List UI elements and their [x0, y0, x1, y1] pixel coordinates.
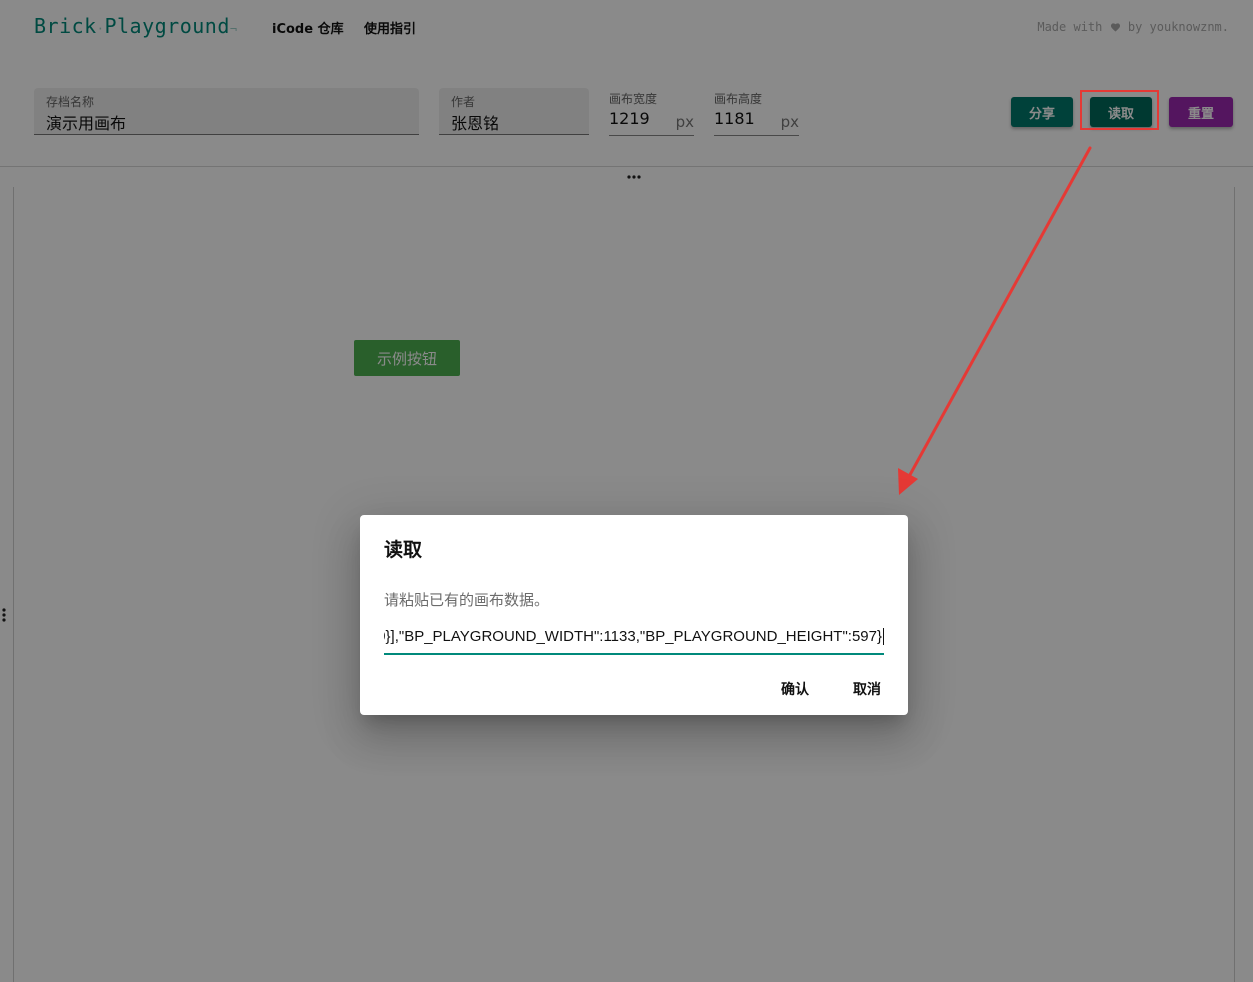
dialog-title: 读取	[384, 539, 423, 561]
cancel-button[interactable]: 取消	[853, 675, 881, 703]
canvas-data-input[interactable]: :0}],"BP_PLAYGROUND_WIDTH":1133,"BP_PLAY…	[384, 623, 884, 655]
canvas-data-input-value[interactable]: :0}],"BP_PLAYGROUND_WIDTH":1133,"BP_PLAY…	[384, 628, 884, 645]
read-dialog: 读取 请粘贴已有的画布数据。 :0}],"BP_PLAYGROUND_WIDTH…	[360, 515, 908, 715]
dialog-description: 请粘贴已有的画布数据。	[384, 591, 550, 609]
confirm-button[interactable]: 确认	[781, 675, 809, 703]
annotation-arrow	[898, 146, 1092, 495]
